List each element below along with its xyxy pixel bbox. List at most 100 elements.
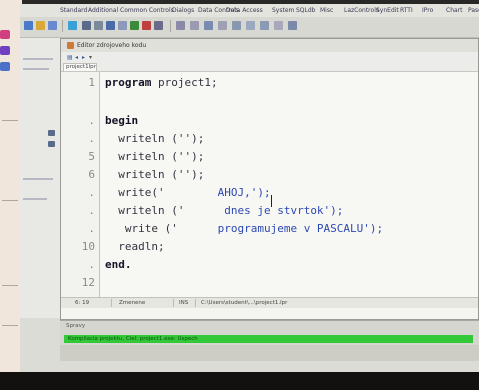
toolbar — [20, 17, 479, 38]
code-line: writeln (''); — [105, 168, 204, 181]
palette-tab[interactable]: Dialogs — [172, 7, 194, 14]
tool-icon[interactable] — [118, 21, 127, 30]
line-number: 12 — [81, 276, 95, 289]
line-number: 6 — [88, 168, 95, 181]
palette-tab[interactable]: Additional — [88, 7, 118, 14]
dropdown-icon[interactable]: ▾ — [89, 54, 92, 61]
stop-icon[interactable] — [142, 21, 151, 30]
panel-row — [23, 198, 47, 200]
palette-tab[interactable]: RTTI — [400, 7, 413, 14]
tool-icon[interactable] — [94, 21, 103, 30]
palette-tab[interactable]: Misc — [320, 7, 333, 14]
component-icon[interactable] — [288, 21, 297, 30]
palette-tab[interactable]: Data Access — [226, 7, 263, 14]
editor-statusbar: 6: 19 Zmenene INS C:\Users\student\...\p… — [61, 297, 478, 308]
string-literal: dnes je stvrtok'); — [184, 204, 344, 217]
component-icon[interactable] — [246, 21, 255, 30]
keyword: begin — [105, 114, 139, 127]
component-icon[interactable] — [190, 21, 199, 30]
source-editor-window: Editor zdrojoveho kodu ▤ ◂ ▸ ▾ project1l… — [60, 38, 479, 320]
component-icon[interactable] — [232, 21, 241, 30]
code-token: writeln (''); — [105, 150, 205, 163]
highlighted-tool-icon[interactable] — [68, 21, 77, 30]
file-icon[interactable]: ▤ — [67, 54, 73, 61]
new-file-icon[interactable] — [24, 21, 33, 30]
insert-mode: INS — [179, 300, 189, 306]
line-number: 5 — [88, 150, 95, 163]
code-line: writeln (' dnes je stvrtok'); — [105, 204, 343, 217]
panel-button-icon[interactable] — [48, 130, 55, 136]
panel-row — [23, 58, 53, 60]
panel-row — [23, 178, 53, 180]
back-arrow-icon[interactable]: ◂ — [75, 54, 78, 61]
keyword: end. — [105, 258, 132, 271]
tab-project1[interactable]: project1lpr — [63, 63, 97, 71]
modified-status: Zmenene — [119, 300, 146, 306]
component-icon[interactable] — [218, 21, 227, 30]
toolbar-divider — [170, 20, 171, 32]
palette-tab[interactable]: Pasc — [468, 7, 479, 14]
monitor-bottom-edge — [0, 372, 479, 390]
line-number: . — [88, 132, 95, 145]
code-line: readln; — [105, 240, 164, 253]
palette-tab[interactable]: SQLdb — [296, 7, 316, 14]
string-literal: programujeme v PASCALU'); — [177, 222, 384, 235]
desktop-line — [2, 120, 18, 121]
line-number: . — [88, 258, 95, 271]
editor-window-icon — [67, 42, 74, 49]
palette-tab[interactable]: Chart — [446, 7, 463, 14]
desktop-icon-blue — [0, 62, 10, 71]
component-icon[interactable] — [176, 21, 185, 30]
code-token: project1; — [157, 76, 218, 89]
code-line: writeln (''); — [105, 132, 204, 145]
line-number: . — [88, 222, 95, 235]
tool-icon[interactable] — [106, 21, 115, 30]
messages-title: Spravy — [66, 323, 86, 329]
code-area[interactable]: program project1; begin writeln (''); wri… — [101, 72, 478, 297]
monitor-left-edge — [0, 0, 22, 390]
panel-row — [23, 68, 49, 70]
component-icon[interactable] — [260, 21, 269, 30]
desktop-icon-purple — [0, 46, 10, 55]
desktop-line — [2, 285, 18, 286]
editor-gutter: 1.. 5 6... 10. 12 — [61, 72, 100, 297]
palette-tab[interactable]: LazControls — [344, 7, 379, 14]
palette-tab[interactable]: Common Controls — [120, 7, 174, 14]
forward-arrow-icon[interactable]: ▸ — [82, 54, 85, 61]
compile-success-message[interactable]: Kompilacia projektu, Ciel: project1.exe:… — [64, 335, 473, 343]
line-number: . — [88, 114, 95, 127]
palette-tab[interactable]: Standard — [60, 7, 87, 14]
component-palette-tabs: Standard Additional Common Controls Dialogs… — [20, 4, 479, 17]
tool-icon[interactable] — [82, 21, 91, 30]
run-icon[interactable] — [130, 21, 139, 30]
code-line: end. — [105, 258, 132, 271]
open-folder-icon[interactable] — [36, 21, 45, 30]
code-line: writeln (''); — [105, 150, 204, 163]
code-line: program project1; — [105, 76, 218, 89]
desktop-line — [2, 325, 18, 326]
file-path: C:\Users\student\...\project1.lpr — [201, 300, 288, 306]
save-icon[interactable] — [48, 21, 57, 30]
editor-window-title: Editor zdrojoveho kodu — [77, 42, 147, 49]
component-icon[interactable] — [204, 21, 213, 30]
palette-tab[interactable]: IPro — [422, 7, 433, 14]
cursor-position: 6: 19 — [75, 300, 90, 306]
editor-tabs: project1lpr — [61, 62, 478, 72]
string-literal: AHOJ,'); — [164, 186, 271, 199]
panel-button-icon[interactable] — [48, 141, 55, 147]
editor-titlebar: Editor zdrojoveho kodu — [61, 39, 478, 53]
messages-panel: Spravy Kompilacia projektu, Ciel: projec… — [60, 320, 479, 361]
statusbar-divider — [173, 299, 174, 307]
code-token: writeln (''); — [105, 132, 205, 145]
component-icon[interactable] — [274, 21, 283, 30]
statusbar-divider — [111, 299, 112, 307]
line-number: . — [88, 186, 95, 199]
desktop-line — [2, 200, 18, 201]
step-icon[interactable] — [154, 21, 163, 30]
palette-tab[interactable]: System — [272, 7, 294, 14]
palette-tab[interactable]: SynEdit — [376, 7, 399, 14]
keyword: program — [105, 76, 158, 89]
code-token: write (' — [105, 222, 178, 235]
object-inspector-panel — [20, 38, 61, 318]
toolbar-divider — [62, 20, 63, 32]
